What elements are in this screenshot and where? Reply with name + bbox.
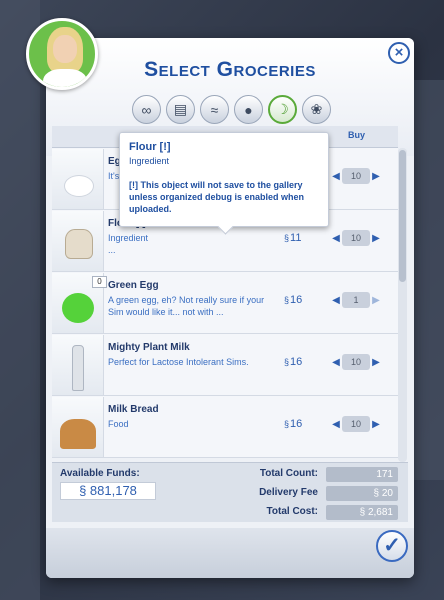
simoleon-icon: § [284, 357, 290, 367]
fish-icon: ≈ [210, 101, 219, 118]
background-panel [0, 0, 40, 600]
infinity-icon: ∞ [141, 101, 152, 118]
total-cost-value: § 2,681 [326, 505, 398, 520]
delivery-fee-value: § 20 [326, 486, 398, 501]
filter-leaf-button[interactable]: ☽ [268, 95, 297, 124]
decrease-arrow-icon[interactable]: ◀ [330, 295, 342, 306]
total-count-value: 171 [326, 467, 398, 482]
quantity-stepper: ◀ 1 ▶ [330, 291, 382, 309]
egg-thumbnail [52, 149, 104, 209]
decrease-arrow-icon[interactable]: ◀ [330, 233, 342, 244]
buy-column-label: Buy [348, 130, 366, 140]
item-name: Mighty Plant Milk [108, 342, 190, 353]
tooltip-title: Flour [!] [129, 141, 171, 153]
scrollbar-thumb[interactable] [399, 150, 406, 282]
totals-footer: Available Funds: § 881,178 Total Count: … [52, 462, 408, 522]
carrot-icon: ❀ [310, 101, 323, 117]
item-name: Green Egg [108, 280, 159, 291]
milk-bread-thumbnail [52, 397, 104, 457]
list-item[interactable]: 0 Green Egg A green egg, eh? Not really … [52, 272, 398, 334]
plant-milk-thumbnail [52, 335, 104, 395]
quantity-stepper: ◀ 10 ▶ [330, 229, 382, 247]
item-price: §16 [284, 418, 303, 430]
quantity-value[interactable]: 10 [342, 354, 370, 370]
decrease-arrow-icon[interactable]: ◀ [330, 419, 342, 430]
quantity-stepper: ◀ 10 ▶ [330, 167, 382, 185]
list-item[interactable]: Mighty Plant Milk Perfect for Lactose In… [52, 334, 398, 396]
item-tooltip: Flour [!] Ingredient [!] This object wil… [119, 132, 329, 227]
decrease-arrow-icon[interactable]: ◀ [330, 357, 342, 368]
simoleon-icon: § [284, 233, 290, 243]
simoleon-icon: § [284, 419, 290, 429]
list-item[interactable]: Milk Bread Food §16 ◀ 10 ▶ [52, 396, 398, 458]
background-panel [414, 80, 444, 480]
filter-book-button[interactable]: ▤ [166, 95, 195, 124]
category-filters: ∞ ▤ ≈ ● ☽ ❀ [132, 95, 331, 127]
dialog-action-bar: ✓ [46, 528, 414, 578]
quantity-value[interactable]: 10 [342, 168, 370, 184]
simoleon-icon: § [284, 295, 290, 305]
filter-carrot-button[interactable]: ❀ [302, 95, 331, 124]
item-name: Milk Bread [108, 404, 159, 415]
list-scrollbar[interactable] [398, 148, 407, 462]
item-price: §16 [284, 356, 303, 368]
book-icon: ▤ [173, 101, 188, 117]
quantity-value[interactable]: 1 [342, 292, 370, 308]
quantity-stepper: ◀ 10 ▶ [330, 415, 382, 433]
owned-count-badge: 0 [92, 276, 107, 288]
item-price: §11 [284, 232, 302, 244]
available-funds-value: § 881,178 [60, 482, 156, 500]
increase-arrow-icon[interactable]: ▶ [370, 295, 382, 306]
flour-thumbnail [52, 211, 104, 271]
dialog-title: Select Groceries [144, 58, 316, 81]
filter-apple-button[interactable]: ● [234, 95, 263, 124]
select-groceries-dialog: Select Groceries × ∞ ▤ ≈ ● ☽ ❀ Buy Eg It's ◀ … [46, 38, 414, 578]
total-cost-label: Total Cost: [266, 506, 318, 517]
filter-infinity-button[interactable]: ∞ [132, 95, 161, 124]
close-button[interactable]: × [388, 42, 410, 64]
item-description: Perfect for Lactose Intolerant Sims. [108, 357, 249, 367]
checkmark-icon: ✓ [383, 534, 401, 557]
item-description: Food [108, 419, 129, 429]
item-description: A green egg, eh? Not really sure if your… [108, 295, 265, 317]
item-description: Ingredient ... [108, 233, 149, 255]
leaf-icon: ☽ [276, 101, 289, 117]
total-count-label: Total Count: [259, 468, 318, 479]
increase-arrow-icon[interactable]: ▶ [370, 419, 382, 430]
filter-fish-button[interactable]: ≈ [200, 95, 229, 124]
decrease-arrow-icon[interactable]: ◀ [330, 171, 342, 182]
delivery-fee-label: Delivery Fee [259, 487, 318, 498]
increase-arrow-icon[interactable]: ▶ [370, 357, 382, 368]
sim-avatar[interactable] [26, 18, 98, 90]
apple-icon: ● [244, 101, 253, 118]
close-icon: × [394, 44, 404, 61]
increase-arrow-icon[interactable]: ▶ [370, 171, 382, 182]
tooltip-body: [!] This object will not save to the gal… [129, 180, 305, 214]
item-price: §16 [284, 294, 303, 306]
quantity-stepper: ◀ 10 ▶ [330, 353, 382, 371]
confirm-button[interactable]: ✓ [376, 530, 408, 562]
available-funds-label: Available Funds: [60, 468, 140, 479]
simoleon-icon: § [79, 483, 87, 498]
increase-arrow-icon[interactable]: ▶ [370, 233, 382, 244]
quantity-value[interactable]: 10 [342, 230, 370, 246]
tooltip-subtitle: Ingredient [129, 156, 170, 166]
quantity-value[interactable]: 10 [342, 416, 370, 432]
